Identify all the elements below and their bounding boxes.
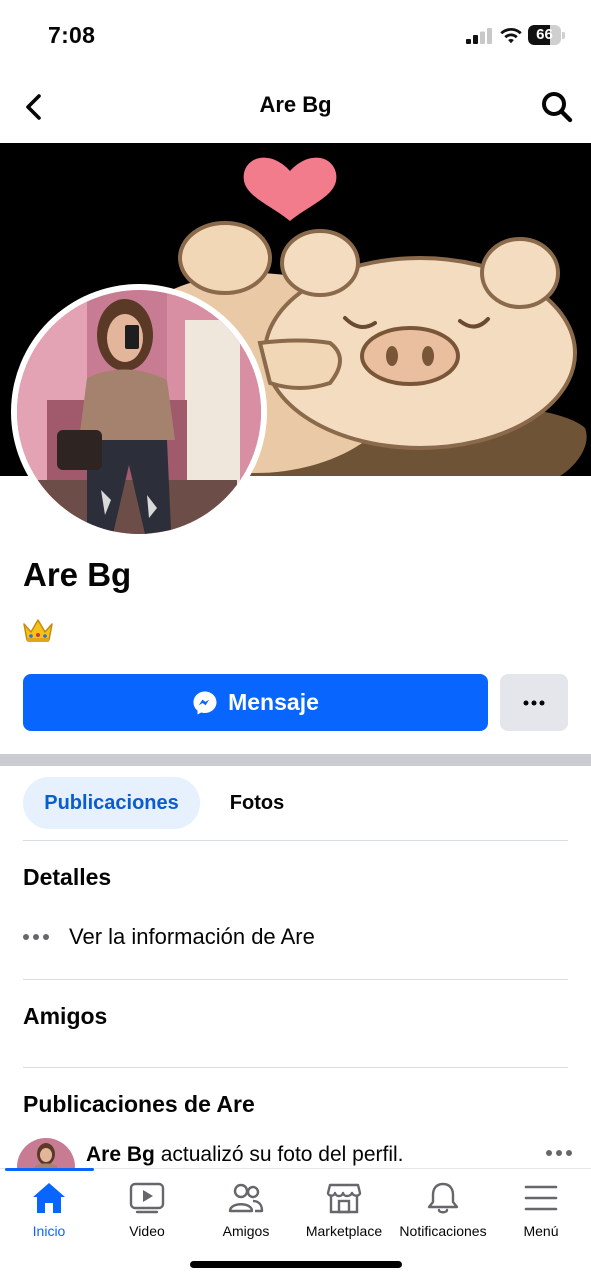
more-options-button[interactable] [500, 674, 568, 731]
tab-label: Amigos [222, 1223, 270, 1239]
tab-amigos[interactable]: Amigos [197, 1181, 295, 1239]
tab-video[interactable]: Video [98, 1181, 196, 1239]
divider [23, 1067, 568, 1068]
tab-label: Menú [523, 1223, 559, 1239]
section-separator [0, 754, 591, 766]
menu-icon [524, 1185, 558, 1211]
more-dots-icon [523, 700, 545, 705]
tab-inicio[interactable]: Inicio [0, 1181, 98, 1239]
see-info-link[interactable]: Ver la información de Are [23, 920, 315, 954]
battery-icon: 66 [528, 25, 566, 45]
divider [23, 840, 568, 841]
details-title: Detalles [23, 864, 112, 890]
tab-fotos[interactable]: Fotos [210, 777, 304, 829]
tab-notificaciones[interactable]: Notificaciones [394, 1181, 492, 1239]
cellular-signal-icon [466, 28, 492, 44]
bell-icon [427, 1182, 459, 1214]
post-action-text: actualizó su foto del perfil. [160, 1143, 404, 1166]
active-tab-indicator [5, 1168, 94, 1171]
battery-level: 66 [536, 26, 553, 43]
tab-marketplace[interactable]: Marketplace [295, 1181, 393, 1239]
tab-label: Notificaciones [399, 1223, 487, 1239]
profile-name: Are Bg [23, 556, 132, 593]
more-dots-icon [23, 934, 51, 940]
marketplace-icon [326, 1183, 362, 1214]
posts-title: Publicaciones de Are [23, 1091, 255, 1117]
friends-icon [228, 1183, 264, 1213]
post-more-icon[interactable] [546, 1150, 572, 1156]
profile-photo [17, 290, 261, 534]
status-time: 7:08 [48, 22, 96, 48]
message-button[interactable]: Mensaje [23, 674, 488, 731]
tab-menu[interactable]: Menú [492, 1181, 590, 1239]
profile-avatar[interactable] [11, 284, 267, 540]
wifi-icon [500, 28, 522, 44]
friends-title: Amigos [23, 1003, 108, 1029]
messenger-icon [193, 691, 217, 714]
see-info-label: Ver la información de Are [69, 924, 315, 949]
tab-label: Video [129, 1223, 165, 1239]
post-text: Are Bg actualizó su foto del perfil. [86, 1143, 404, 1167]
post-item[interactable]: Are Bg actualizó su foto del perfil. [0, 1136, 591, 1170]
tab-label: Marketplace [305, 1223, 383, 1239]
crown-emoji-icon [23, 619, 53, 642]
video-icon [129, 1182, 165, 1214]
tab-publicaciones[interactable]: Publicaciones [23, 777, 200, 829]
page-title: Are Bg [259, 92, 332, 117]
message-button-label: Mensaje [228, 689, 319, 715]
status-bar: 7:08 66 [0, 0, 591, 70]
home-icon [33, 1183, 65, 1213]
profile-header: Are Bg [0, 70, 591, 143]
tab-label: Inicio [32, 1223, 66, 1239]
divider [23, 979, 568, 980]
search-icon[interactable] [538, 88, 576, 126]
home-indicator[interactable] [190, 1261, 402, 1268]
post-author-name[interactable]: Are Bg [86, 1143, 155, 1166]
post-author-avatar[interactable] [17, 1138, 75, 1170]
